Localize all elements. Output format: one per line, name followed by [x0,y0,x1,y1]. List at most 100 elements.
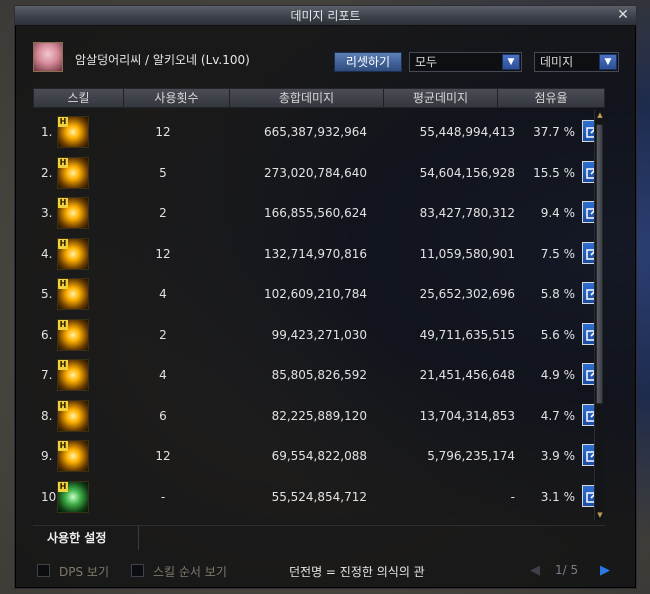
skill-share-percent: 37.7 % [533,125,575,139]
skill-rank: 2. [41,165,53,180]
skill-average-damage: 83,427,780,312 [419,206,515,220]
column-header-share: 점유율 [534,91,568,105]
hotkey-badge-icon: H [58,198,68,208]
skill-uses: 12 [155,125,171,139]
skill-uses: 2 [159,206,167,220]
skill-uses: 12 [155,449,171,463]
hotkey-badge-icon: H [58,481,68,492]
hotkey-badge-icon: H [58,400,68,411]
table-body: 1. H 12 665,387,932,964 55,448,994,413 37.7 %… [33,112,605,522]
skill-share-percent: 3.1 % [540,489,575,504]
settings-tab-bar: 사용한 설정 [33,525,605,550]
skill-average-damage: 55,448,994,413 [419,125,515,139]
skill-total-damage: 99,423,271,030 [271,327,367,342]
report-footer: DPS 보기 스킬 순서 보기 던전명 = 진정한 의식의 관 ◀ 1/ 5 ▶ [35,562,625,582]
skill-uses: 12 [155,246,171,261]
hotkey-badge-icon: H [58,441,68,451]
skill-damage-table: 스킬 사용횟수 총합데미지 평균데미지 점유율 1. H 12 665,387,932… [33,88,605,522]
skill-uses: 2 [159,327,167,342]
column-header-total-damage: 총합데미지 [230,89,384,107]
table-scrollbar[interactable]: ▲ ▼ [594,110,604,520]
skill-share-percent: 5.8 % [540,287,575,301]
skill-rank: 7. [41,368,53,382]
table-row: 6. H 2 99,423,271,030 49,711,635,515 5.6 % [33,315,605,355]
scroll-down-icon[interactable]: ▼ [595,510,605,520]
skill-total-damage: 166,855,560,624 [263,206,367,220]
skill-rank: 1. [41,125,53,139]
skill-average-damage: 21,451,456,648 [419,368,515,382]
filter-dropdown[interactable]: 모두 ▼ [409,52,522,72]
page-indicator: 1/ 5 [555,563,579,577]
metric-dropdown[interactable]: 데미지 ▼ [534,52,619,72]
skill-uses: 5 [159,165,167,180]
skill-share-percent: 7.5 % [540,246,575,261]
skill-average-damage: 54,604,156,928 [419,165,515,180]
skill-total-damage: 82,225,889,120 [271,408,367,423]
chevron-down-icon[interactable]: ▼ [502,54,520,70]
skill-average-damage: 49,711,635,515 [419,327,515,342]
skill-share-percent: 3.9 % [540,449,575,463]
table-header: 스킬 사용횟수 총합데미지 평균데미지 점유율 [33,88,605,108]
hotkey-badge-icon: H [58,360,68,370]
hotkey-badge-icon: H [58,319,68,330]
dps-view-label: DPS 보기 [59,565,109,579]
gold-star-skill-icon: H [57,197,89,229]
skill-rank: 5. [41,287,53,301]
tab-used-settings[interactable]: 사용한 설정 [33,526,139,550]
character-name: 암살덩어리씨 / 알키오네 (Lv.100) [75,53,250,67]
table-row: 10. H -55,524,854,712-3.1 % [33,477,605,517]
skill-rank: 6. [41,327,53,342]
skill-total-damage: 85,805,826,592 [271,368,367,382]
skill-share-percent: 4.7 % [540,408,575,423]
column-header-uses: 사용횟수 [124,89,230,107]
skill-total-damage: 665,387,932,964 [263,125,367,139]
skill-share-percent: 5.6 % [540,327,575,342]
metric-dropdown-value: 데미지 [540,55,574,69]
skill-average-damage: - [510,489,515,504]
skill-order-checkbox[interactable] [131,564,144,577]
window-titlebar[interactable]: 데미지 리포트 ✕ [15,6,636,26]
close-icon[interactable]: ✕ [616,8,630,23]
reset-button[interactable]: 리셋하기 [334,52,402,72]
skill-rank: 9. [41,449,53,463]
scroll-up-icon[interactable]: ▲ [595,110,605,120]
hotkey-badge-icon: H [58,117,68,127]
skill-uses: 4 [159,287,167,301]
table-row: 5. H 4 102,609,210,784 25,652,302,696 5.8 % [33,274,605,314]
skill-total-damage: 69,554,822,088 [271,449,367,463]
hotkey-badge-icon: H [58,238,68,249]
skill-total-damage: 132,714,970,816 [263,246,367,261]
gold-crescent-skill-icon: H [57,399,89,432]
green-sprite-skill-icon: H [57,480,89,513]
gold-burst-skill-icon: H [57,116,89,148]
skill-rank: 4. [41,246,53,261]
dps-view-checkbox[interactable] [37,564,50,577]
table-row: 2. H 5 273,020,784,640 54,604,156,928 15.5 % [33,153,605,193]
scroll-thumb[interactable] [596,124,603,404]
avatar [33,42,63,72]
gold-slash-skill-icon: H [57,278,89,310]
table-row: 4. H 12 132,714,970,816 11,059,580,901 7.5 % [33,234,605,274]
next-page-icon[interactable]: ▶ [598,564,612,578]
gold-wave-skill-icon: H [57,359,89,391]
dungeon-name: 던전명 = 진정한 의식의 관 [289,565,425,579]
skill-uses: 4 [159,368,167,382]
gold-flame-skill-icon: H [57,156,89,189]
prev-page-icon[interactable]: ◀ [528,564,542,578]
hotkey-badge-icon: H [58,157,68,168]
table-row: 8. H 6 82,225,889,120 13,704,314,853 4.7 % [33,396,605,436]
skill-total-damage: 273,020,784,640 [263,165,367,180]
column-header-skill: 스킬 [34,89,124,107]
table-row: 7. H 4 85,805,826,592 21,451,456,648 4.9 % [33,355,605,395]
gold-lightning-skill-icon: H [57,237,89,270]
table-row: 3. H 2 166,855,560,624 83,427,780,312 9.4 % [33,193,605,233]
skill-average-damage: 13,704,314,853 [419,408,515,423]
skill-average-damage: 5,796,235,174 [427,449,515,463]
damage-report-window: 데미지 리포트 ✕ 암살덩어리씨 / 알키오네 (Lv.100) 리셋하기 모두… [14,5,637,589]
skill-uses: 6 [159,408,167,423]
gold-tornado-skill-icon: H [57,440,89,472]
skill-average-damage: 11,059,580,901 [419,246,515,261]
chevron-down-icon[interactable]: ▼ [599,54,617,70]
skill-average-damage: 25,652,302,696 [419,287,515,301]
table-row: 1. H 12 665,387,932,964 55,448,994,413 37.7 % [33,112,605,152]
